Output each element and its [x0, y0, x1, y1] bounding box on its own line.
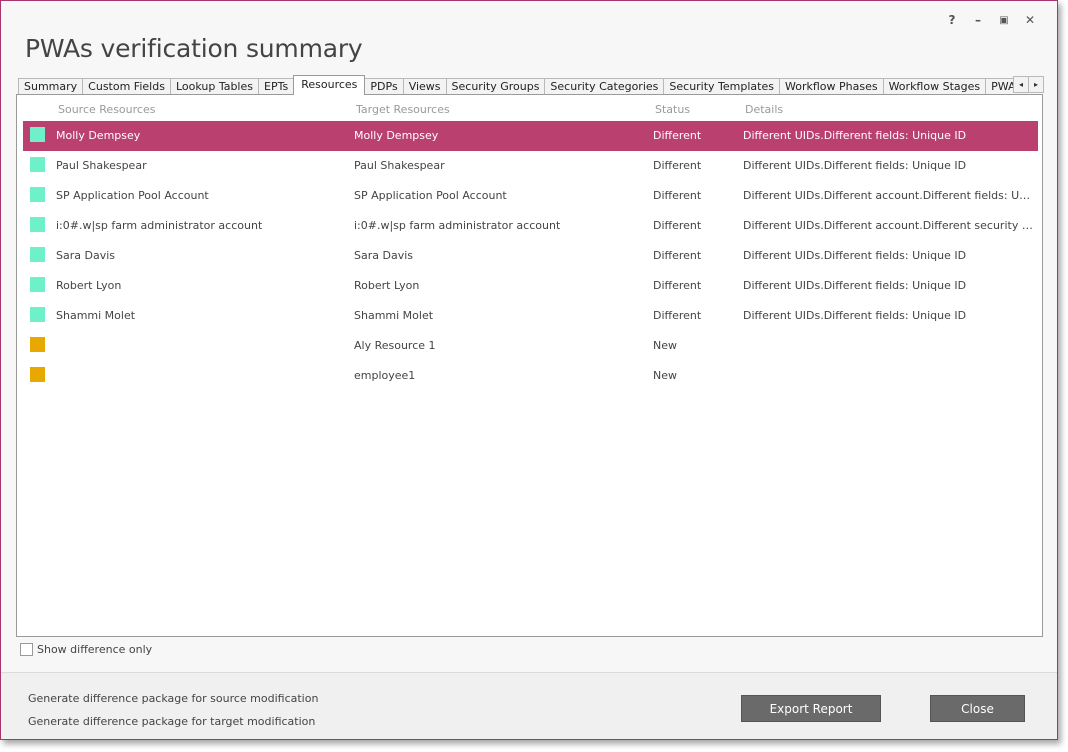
status-swatch	[30, 157, 45, 172]
table-row[interactable]: Shammi Molet Shammi Molet Different Differe…	[23, 301, 1038, 331]
status-swatch	[30, 187, 45, 202]
target-cell: SP Application Pool Account	[354, 189, 507, 202]
tab-bar: Summary Custom Fields Lookup Tables EPTs Res…	[18, 75, 1028, 95]
details-cell: Different UIDs.Different fields: Unique …	[743, 279, 967, 292]
status-cell: Different	[653, 219, 702, 232]
close-icon[interactable]: ✕	[1017, 11, 1043, 29]
export-report-button[interactable]: Export Report	[741, 695, 881, 722]
target-cell: Robert Lyon	[354, 279, 420, 292]
details-cell: Different UIDs.Different account.Differe…	[743, 189, 1033, 202]
status-swatch	[30, 247, 45, 262]
target-cell: Paul Shakespear	[354, 159, 445, 172]
status-swatch	[30, 307, 45, 322]
help-icon[interactable]: ?	[939, 11, 965, 29]
target-cell: Aly Resource 1	[354, 339, 436, 352]
footer	[1, 673, 1057, 739]
tab-summary[interactable]: Summary	[18, 78, 84, 95]
table-row[interactable]: Aly Resource 1 New	[23, 331, 1038, 361]
scroll-right-icon[interactable]: ▸	[1028, 76, 1044, 93]
source-cell: Shammi Molet	[56, 309, 136, 322]
column-header-details[interactable]: Details	[745, 103, 783, 116]
status-swatch	[30, 127, 45, 142]
details-cell: Different UIDs.Different fields: Unique …	[743, 129, 967, 142]
scroll-left-icon[interactable]: ◂	[1013, 76, 1029, 93]
close-button[interactable]: Close	[930, 695, 1025, 722]
tab-workflow-stages[interactable]: Workflow Stages	[882, 78, 987, 95]
status-cell: Different	[653, 249, 702, 262]
details-cell: Different UIDs.Different fields: Unique …	[743, 309, 967, 322]
tab-workflow-phases[interactable]: Workflow Phases	[778, 78, 884, 95]
status-swatch	[30, 367, 45, 382]
generate-source-package-link[interactable]: Generate difference package for source m…	[28, 692, 318, 705]
table-row[interactable]: employee1 New	[23, 361, 1038, 391]
generate-target-package-link[interactable]: Generate difference package for target m…	[28, 715, 315, 728]
table-row[interactable]: i:0#.w|sp farm administrator account i:0#…	[23, 211, 1038, 241]
details-cell: Different UIDs.Different account.Differe…	[743, 219, 1033, 232]
tab-security-groups[interactable]: Security Groups	[445, 78, 546, 95]
target-cell: Sara Davis	[354, 249, 413, 262]
tab-resources[interactable]: Resources	[293, 75, 366, 95]
show-difference-only-option[interactable]: Show difference only	[20, 643, 152, 656]
window-controls: ? – ▣ ✕	[939, 11, 1043, 29]
show-difference-only-label: Show difference only	[37, 643, 153, 656]
column-header-status[interactable]: Status	[655, 103, 690, 116]
status-swatch	[30, 217, 45, 232]
restore-icon[interactable]: ▣	[991, 11, 1017, 29]
tab-security-categories[interactable]: Security Categories	[544, 78, 665, 95]
tab-pdps[interactable]: PDPs	[364, 78, 404, 95]
tab-views[interactable]: Views	[402, 78, 447, 95]
status-swatch	[30, 337, 45, 352]
target-cell: Shammi Molet	[354, 309, 434, 322]
column-header-source[interactable]: Source Resources	[58, 103, 155, 116]
minimize-icon[interactable]: –	[965, 11, 991, 29]
status-cell: Different	[653, 309, 702, 322]
tab-lookup-tables[interactable]: Lookup Tables	[169, 78, 259, 95]
tab-security-templates[interactable]: Security Templates	[663, 78, 780, 95]
resources-panel: Source Resources Target Resources Status…	[16, 94, 1043, 637]
status-cell: New	[653, 369, 677, 382]
details-cell: Different UIDs.Different fields: Unique …	[743, 159, 967, 172]
source-cell: Paul Shakespear	[56, 159, 147, 172]
source-cell: SP Application Pool Account	[56, 189, 209, 202]
table-row[interactable]: Molly Dempsey Molly Dempsey Different Diffe…	[23, 121, 1038, 151]
table-row[interactable]: SP Application Pool Account SP Applicatio…	[23, 181, 1038, 211]
tab-scroll: ◂ ▸	[1013, 76, 1044, 93]
page-title: PWAs verification summary	[25, 34, 363, 63]
status-cell: Different	[653, 129, 702, 142]
show-difference-only-checkbox[interactable]	[20, 643, 33, 656]
source-cell: Molly Dempsey	[56, 129, 141, 142]
status-swatch	[30, 277, 45, 292]
table-row[interactable]: Sara Davis Sara Davis Different Different U…	[23, 241, 1038, 271]
target-cell: employee1	[354, 369, 416, 382]
status-cell: Different	[653, 159, 702, 172]
table-row[interactable]: Robert Lyon Robert Lyon Different Different…	[23, 271, 1038, 301]
column-header-target[interactable]: Target Resources	[356, 103, 450, 116]
source-cell: Sara Davis	[56, 249, 115, 262]
source-cell: Robert Lyon	[56, 279, 122, 292]
status-cell: New	[653, 339, 677, 352]
details-cell: Different UIDs.Different fields: Unique …	[743, 249, 967, 262]
target-cell: i:0#.w|sp farm administrator account	[354, 219, 561, 232]
tab-custom-fields[interactable]: Custom Fields	[82, 78, 171, 95]
dialog-window: ? – ▣ ✕ PWAs verification summary Summar…	[0, 0, 1058, 740]
tab-epts[interactable]: EPTs	[258, 78, 295, 95]
status-cell: Different	[653, 279, 702, 292]
status-cell: Different	[653, 189, 702, 202]
source-cell: i:0#.w|sp farm administrator account	[56, 219, 263, 232]
target-cell: Molly Dempsey	[354, 129, 439, 142]
table-row[interactable]: Paul Shakespear Paul Shakespear Different D…	[23, 151, 1038, 181]
